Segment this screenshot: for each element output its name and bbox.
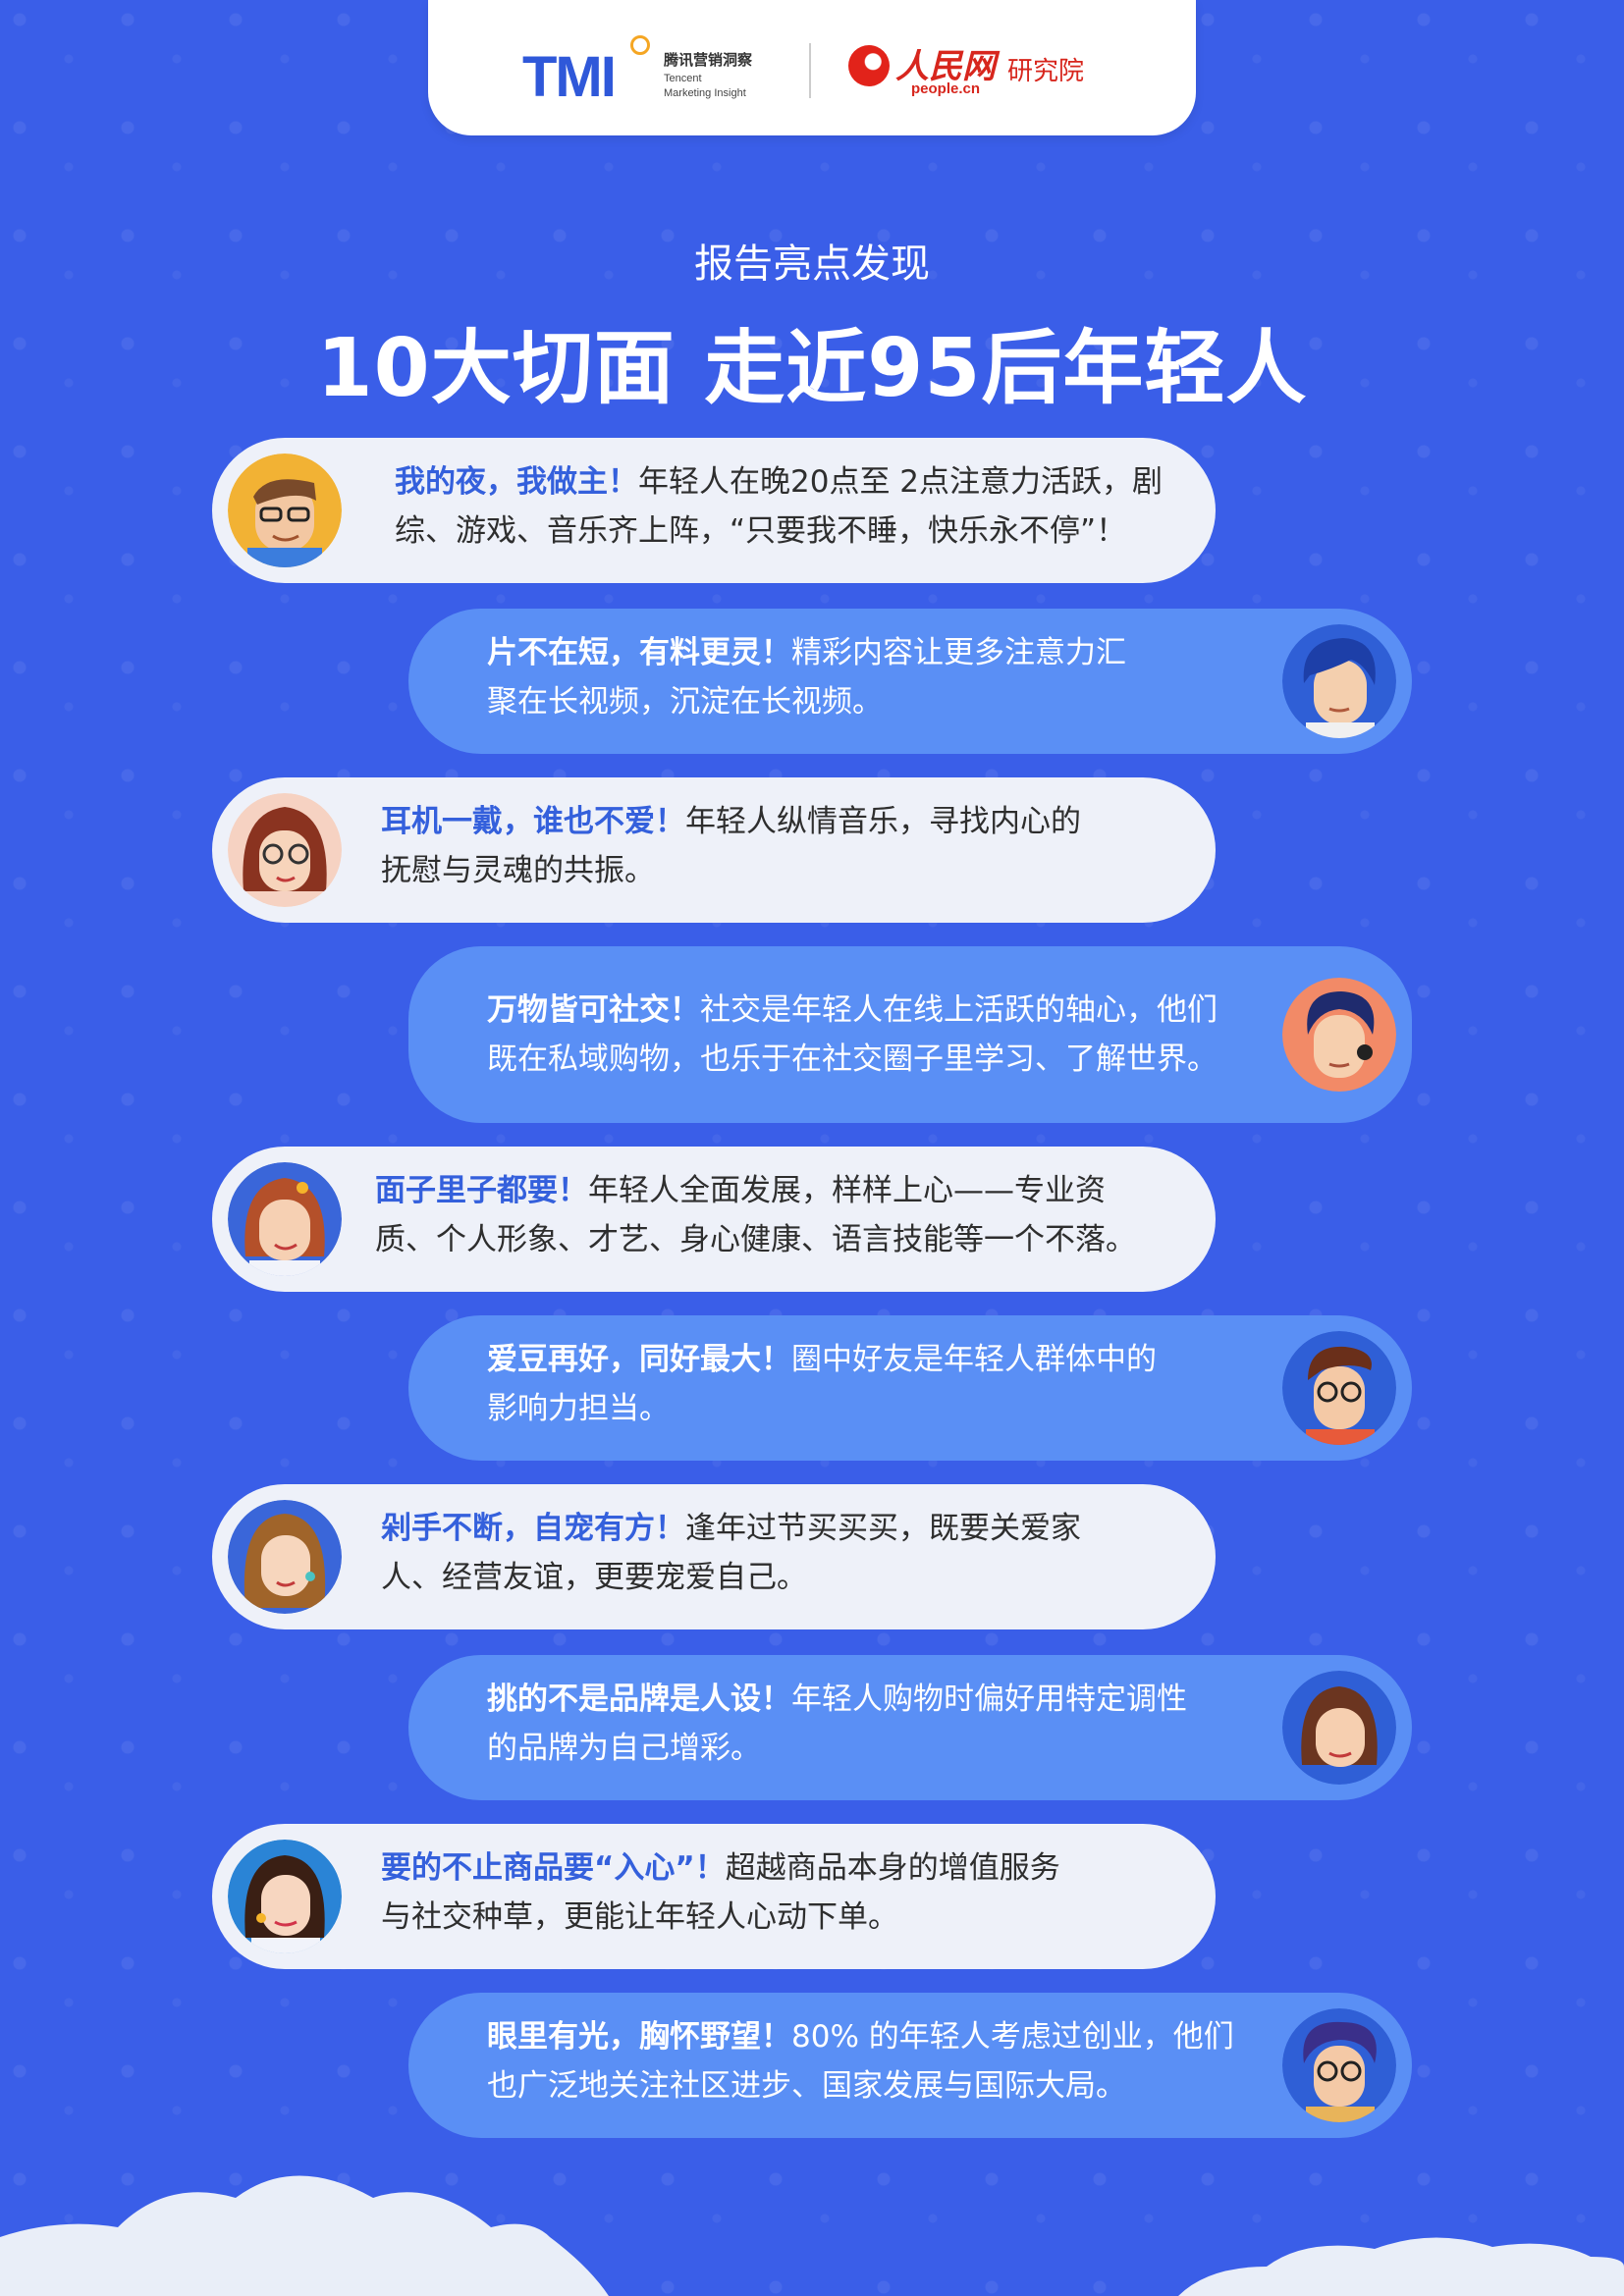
bubble-1-highlight: 我的夜，我做主！	[395, 464, 638, 500]
highlight-bubble-9: 要的不止商品要“入心”！超越商品本身的增值服务 与社交种草，更能让年轻人心动下单…	[212, 1824, 1216, 1969]
bubble-7-text-1: 逢年过节买买买，既要关爱家	[685, 1511, 1081, 1546]
people-logo-url: people.cn	[911, 80, 981, 97]
bubble-10-text-1: 80% 的年轻人考虑过创业，他们	[791, 2019, 1234, 2055]
bubble-2-highlight: 片不在短，有料更灵！	[487, 635, 791, 670]
highlight-bubble-10: 眼里有光，胸怀野望！80% 的年轻人考虑过创业，他们 也广泛地关注社区进步、国家…	[408, 1993, 1412, 2138]
tmi-name-en-line2: Marketing Insight	[664, 87, 746, 99]
tmi-logo-dot-icon	[630, 35, 650, 55]
bubble-8-text-1: 年轻人购物时偏好用特定调性	[791, 1682, 1187, 1717]
bubble-10-text-2: 也广泛地关注社区进步、国家发展与国际大局。	[487, 2068, 1126, 2104]
highlight-bubble-6: 爱豆再好，同好最大！圈中好友是年轻人群体中的 影响力担当。	[408, 1315, 1412, 1461]
bubble-7-highlight: 剁手不断，自宠有方！	[381, 1511, 685, 1546]
bubble-7-line-1: 剁手不断，自宠有方！逢年过节买买买，既要关爱家	[381, 1504, 1081, 1553]
bubble-4-text-2: 既在私域购物，也乐于在社交圈子里学习、了解世界。	[487, 1041, 1218, 1077]
bubble-2-text-2: 聚在长视频，沉淀在长视频。	[487, 684, 883, 720]
highlight-bubble-7: 剁手不断，自宠有方！逢年过节买买买，既要关爱家 人、经营友谊，更要宠爱自己。	[212, 1484, 1216, 1629]
bubble-6-line-1: 爱豆再好，同好最大！圈中好友是年轻人群体中的	[487, 1335, 1157, 1384]
bubble-5-text-1: 年轻人全面发展，样样上心——专业资	[588, 1173, 1106, 1208]
highlight-bubble-3: 耳机一戴，谁也不爱！年轻人纵情音乐，寻找内心的 抚慰与灵魂的共振。	[212, 777, 1216, 923]
highlight-bubble-5: 面子里子都要！年轻人全面发展，样样上心——专业资 质、个人形象、才艺、身心健康、…	[212, 1147, 1216, 1292]
brown-hair-girl-icon	[1282, 1671, 1396, 1785]
bubble-9-line-1: 要的不止商品要“入心”！超越商品本身的增值服务	[381, 1843, 1060, 1893]
bubble-10-line-1: 眼里有光，胸怀野望！80% 的年轻人考虑过创业，他们	[487, 2012, 1234, 2061]
bubble-3-text-2: 抚慰与灵魂的共振。	[381, 853, 655, 888]
bubble-9-text-2: 与社交种草，更能让年轻人心动下单。	[381, 1899, 898, 1935]
bubble-6-highlight: 爱豆再好，同好最大！	[487, 1342, 791, 1377]
bubble-8-line-1: 挑的不是品牌是人设！年轻人购物时偏好用特定调性	[487, 1675, 1187, 1724]
highlight-bubble-8: 挑的不是品牌是人设！年轻人购物时偏好用特定调性 的品牌为自己增彩。	[408, 1655, 1412, 1800]
bubble-10-highlight: 眼里有光，胸怀野望！	[487, 2019, 791, 2055]
bubble-4-text-1: 社交是年轻人在线上活跃的轴心，他们	[700, 992, 1218, 1028]
bubble-3-line-1: 耳机一戴，谁也不爱！年轻人纵情音乐，寻找内心的	[381, 797, 1081, 846]
bubble-5-text-2: 质、个人形象、才艺、身心健康、语言技能等一个不落。	[375, 1222, 1136, 1257]
bubble-2-text-1: 精彩内容让更多注意力汇	[791, 635, 1126, 670]
bubble-8-text-2: 的品牌为自己增彩。	[487, 1731, 761, 1766]
bubble-4-line-1: 万物皆可社交！社交是年轻人在线上活跃的轴心，他们	[487, 986, 1218, 1035]
highlight-bubble-1: 我的夜，我做主！年轻人在晚20点至 2点注意力活跃，剧 综、游戏、音乐齐上阵，“…	[212, 438, 1216, 583]
bubble-3-highlight: 耳机一戴，谁也不爱！	[381, 804, 685, 839]
glasses-man-icon	[228, 454, 342, 567]
bubble-4-highlight: 万物皆可社交！	[487, 992, 700, 1028]
bubble-3-text-1: 年轻人纵情音乐，寻找内心的	[685, 804, 1081, 839]
bubble-1-text-1: 年轻人在晚20点至 2点注意力活跃，剧	[638, 464, 1164, 500]
bubble-5-highlight: 面子里子都要！	[375, 1173, 588, 1208]
headset-boy-icon	[1282, 978, 1396, 1092]
earring-girl-icon	[228, 1840, 342, 1953]
bubble-9-text-1: 超越商品本身的增值服务	[725, 1850, 1060, 1886]
redhead-girl-icon	[228, 1162, 342, 1276]
bubble-1-line-1: 我的夜，我做主！年轻人在晚20点至 2点注意力活跃，剧	[395, 457, 1163, 507]
bubble-1-text-2: 综、游戏、音乐齐上阵，“只要我不睡，快乐永不停”！	[395, 513, 1127, 549]
tmi-logo: TMI	[522, 45, 617, 109]
bottom-clouds	[0, 2175, 1624, 2296]
bubble-9-highlight: 要的不止商品要“入心”！	[381, 1850, 726, 1886]
header-divider	[809, 43, 811, 98]
people-logo-icon	[848, 45, 890, 86]
page-subtitle: 报告亮点发现	[694, 241, 930, 287]
people-institute-label: 研究院	[1007, 57, 1085, 86]
bubble-7-text-2: 人、经营友谊，更要宠爱自己。	[381, 1560, 807, 1595]
bubble-2-line-1: 片不在短，有料更灵！精彩内容让更多注意力汇	[487, 628, 1126, 677]
bubble-6-text-2: 影响力担当。	[487, 1391, 670, 1426]
tmi-name-cn: 腾讯营销洞察	[664, 51, 753, 69]
bubble-6-text-1: 圈中好友是年轻人群体中的	[791, 1342, 1157, 1377]
glasses-boy-icon	[1282, 1331, 1396, 1445]
highlight-bubble-4: 万物皆可社交！社交是年轻人在线上活跃的轴心，他们 既在私域购物，也乐于在社交圈子…	[408, 946, 1412, 1123]
header-logo-card: TMI 腾讯营销洞察 Tencent Marketing Insight 人民网…	[428, 0, 1196, 135]
headphones-girl-icon	[228, 793, 342, 907]
highlight-bubble-2: 片不在短，有料更灵！精彩内容让更多注意力汇 聚在长视频，沉淀在长视频。	[408, 609, 1412, 754]
curly-hair-boy-icon	[1282, 2008, 1396, 2122]
blue-hair-boy-icon	[1282, 624, 1396, 738]
tmi-name-en-line1: Tencent	[664, 73, 702, 84]
bubble-5-line-1: 面子里子都要！年轻人全面发展，样样上心——专业资	[375, 1166, 1136, 1215]
page-title: 10大切面 走近95后年轻人	[316, 322, 1308, 415]
blonde-girl-icon	[228, 1500, 342, 1614]
bubble-8-highlight: 挑的不是品牌是人设！	[487, 1682, 791, 1717]
